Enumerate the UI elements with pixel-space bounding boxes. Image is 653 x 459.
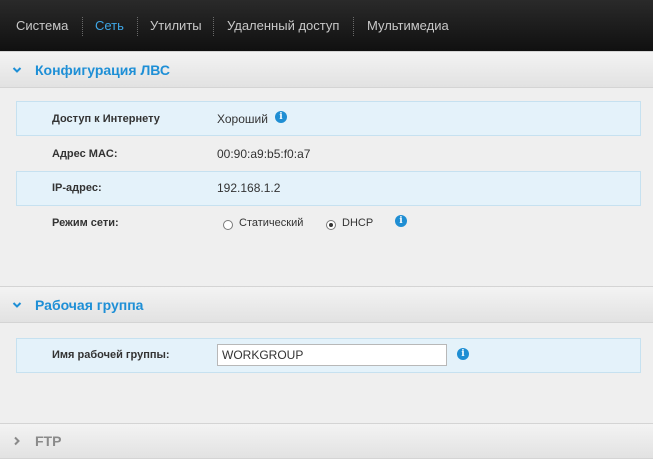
nav-divider bbox=[82, 17, 84, 36]
tab-network[interactable]: Сеть bbox=[95, 18, 124, 34]
network-mode-label: Режим сети: bbox=[52, 217, 119, 229]
ftp-section-header[interactable]: FTP bbox=[0, 423, 653, 459]
dhcp-radio-label: DHCP bbox=[342, 217, 374, 229]
nav-divider bbox=[213, 17, 215, 36]
workgroup-name-input[interactable] bbox=[217, 344, 447, 366]
info-icon[interactable]: i bbox=[457, 348, 469, 360]
mac-address-row: Адрес MAC: 00:90:a9:b5:f0:a7 bbox=[16, 136, 641, 171]
lan-config-section-header[interactable]: Конфигурация ЛВС bbox=[0, 51, 653, 88]
tab-system[interactable]: Система bbox=[16, 18, 68, 34]
static-radio[interactable] bbox=[223, 220, 233, 230]
internet-access-value: Хороший bbox=[217, 112, 268, 126]
ftp-title: FTP bbox=[35, 433, 62, 449]
workgroup-name-row: Имя рабочей группы: i bbox=[16, 338, 641, 373]
nav-divider bbox=[137, 17, 139, 36]
lan-config-title: Конфигурация ЛВС bbox=[35, 62, 170, 78]
workgroup-name-label: Имя рабочей группы: bbox=[52, 349, 170, 361]
ip-address-row: IP-адрес: 192.168.1.2 bbox=[16, 171, 641, 206]
chevron-down-icon bbox=[12, 302, 22, 308]
chevron-down-icon bbox=[12, 67, 22, 73]
mac-address-label: Адрес MAC: bbox=[52, 148, 118, 160]
top-navigation: Система Сеть Утилиты Удаленный доступ Му… bbox=[0, 0, 653, 51]
chevron-right-icon bbox=[14, 436, 20, 446]
workgroup-title: Рабочая группа bbox=[35, 297, 144, 313]
tab-utilities[interactable]: Утилиты bbox=[150, 18, 202, 34]
nav-divider bbox=[353, 17, 355, 36]
info-icon[interactable]: i bbox=[275, 111, 287, 123]
lan-config-panel: Доступ к Интернету Хороший i Адрес MAC: … bbox=[0, 88, 653, 286]
tab-remote-access[interactable]: Удаленный доступ bbox=[227, 18, 339, 34]
network-mode-row: Режим сети: Статический DHCP i bbox=[16, 206, 641, 241]
info-icon[interactable]: i bbox=[395, 215, 407, 227]
dhcp-radio[interactable] bbox=[326, 220, 336, 230]
ip-address-value: 192.168.1.2 bbox=[217, 181, 281, 195]
internet-access-label: Доступ к Интернету bbox=[52, 113, 160, 125]
mac-address-value: 00:90:a9:b5:f0:a7 bbox=[217, 147, 311, 161]
tab-multimedia[interactable]: Мультимедиа bbox=[367, 18, 449, 34]
ip-address-label: IP-адрес: bbox=[52, 182, 102, 194]
workgroup-section-header[interactable]: Рабочая группа bbox=[0, 286, 653, 323]
static-radio-label: Статический bbox=[239, 217, 304, 229]
internet-access-row: Доступ к Интернету Хороший i bbox=[16, 101, 641, 136]
workgroup-panel: Имя рабочей группы: i bbox=[0, 323, 653, 423]
